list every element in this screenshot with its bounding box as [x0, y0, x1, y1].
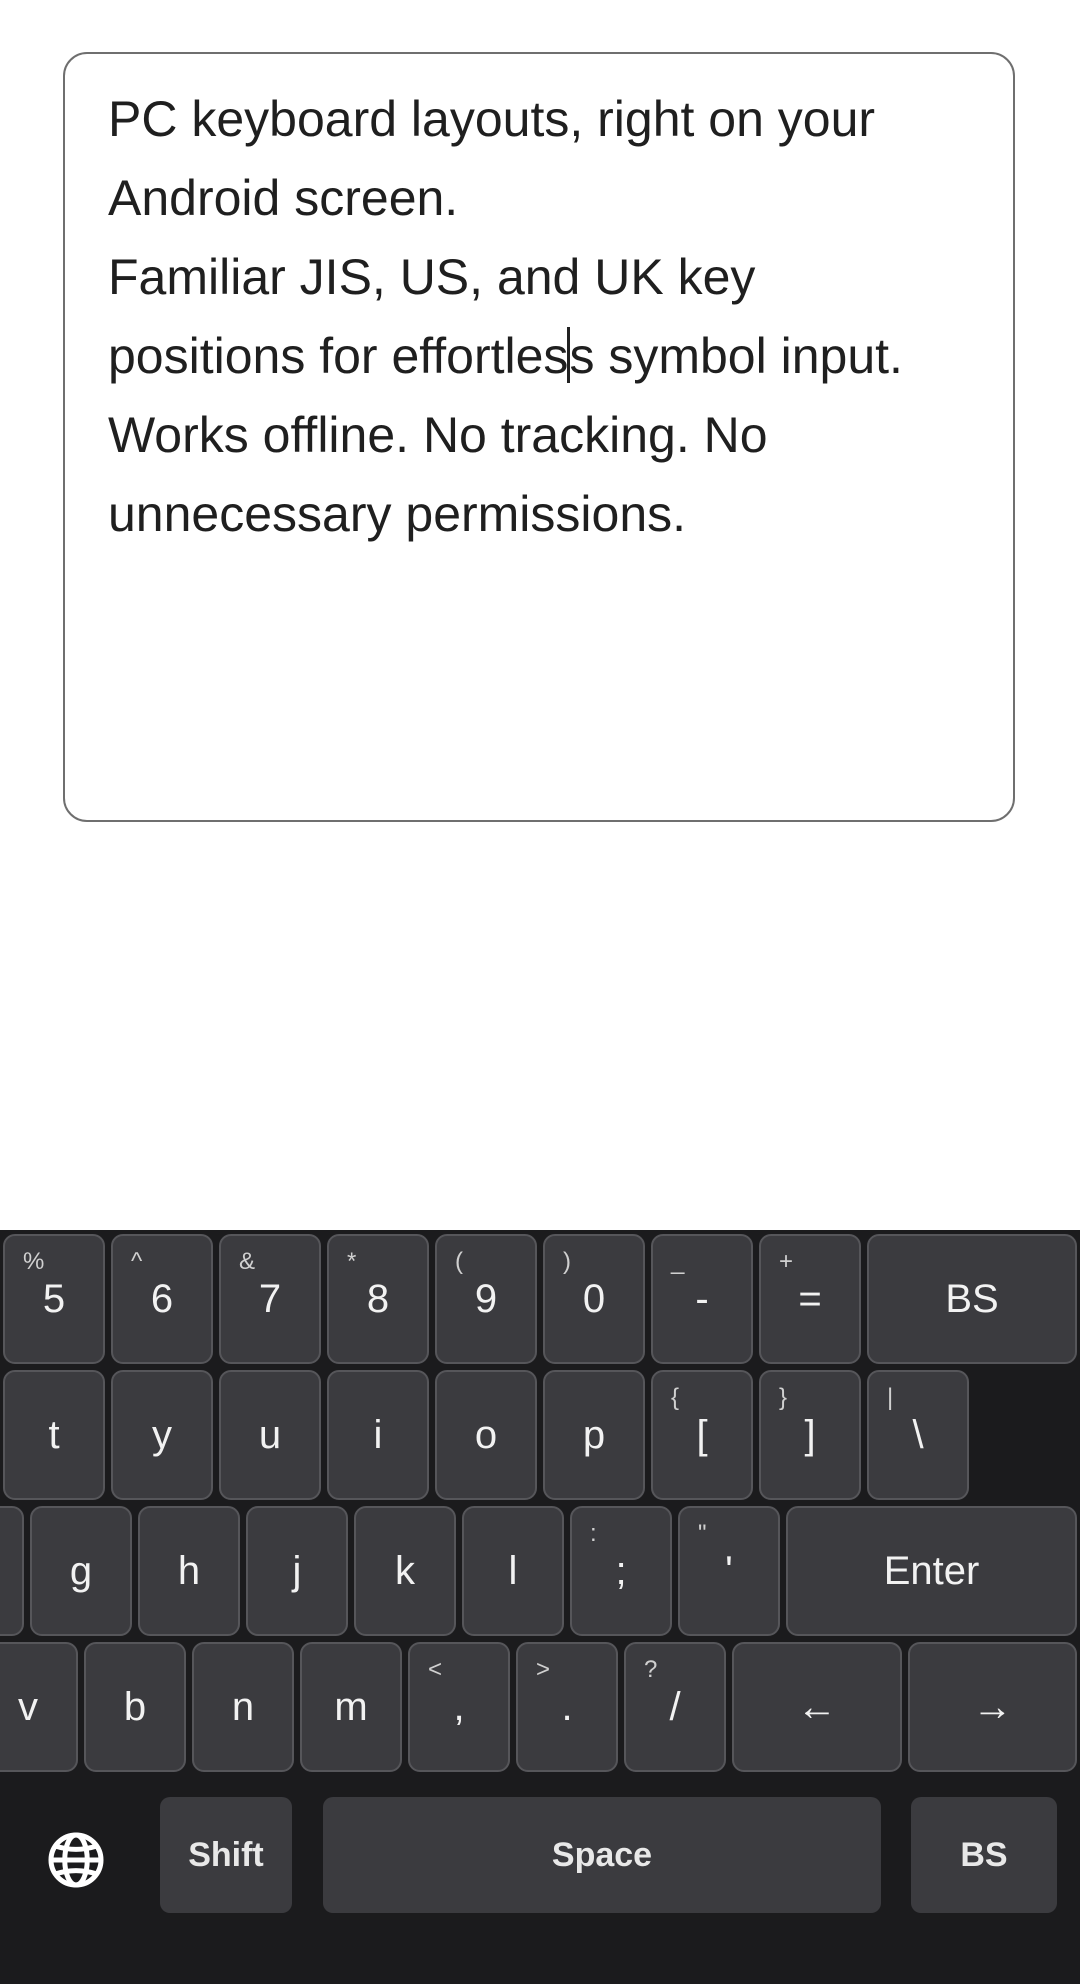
key-m[interactable]: m	[300, 1642, 402, 1772]
key-5[interactable]: % 5	[3, 1234, 105, 1364]
space-button[interactable]: Space	[323, 1797, 881, 1913]
key-enter[interactable]: Enter	[786, 1506, 1077, 1636]
key-v[interactable]: v	[0, 1642, 78, 1772]
backspace-button[interactable]: BS	[911, 1797, 1057, 1913]
key-p[interactable]: p	[543, 1370, 645, 1500]
key-b[interactable]: b	[84, 1642, 186, 1772]
key-label: u	[258, 1412, 282, 1457]
key-u[interactable]: u	[219, 1370, 321, 1500]
key-label: b	[123, 1684, 147, 1729]
space-label: Space	[551, 1835, 653, 1874]
key-label: ]	[804, 1412, 816, 1457]
key-0[interactable]: ) 0	[543, 1234, 645, 1364]
key-label: =	[798, 1276, 822, 1321]
key-minus[interactable]: _ -	[651, 1234, 753, 1364]
key-label: h	[177, 1548, 201, 1593]
key-k[interactable]: k	[354, 1506, 456, 1636]
key-label: y	[152, 1412, 172, 1457]
key-label: [	[696, 1412, 708, 1457]
key-y[interactable]: y	[111, 1370, 213, 1500]
key-9[interactable]: ( 9	[435, 1234, 537, 1364]
key-label: g	[69, 1548, 93, 1593]
key-label: \	[912, 1412, 924, 1457]
key-n[interactable]: n	[192, 1642, 294, 1772]
key-label: i	[373, 1412, 383, 1457]
key-label: ,	[453, 1684, 465, 1729]
key-label: BS	[945, 1276, 999, 1321]
key-label: '	[725, 1548, 733, 1593]
key-8[interactable]: * 8	[327, 1234, 429, 1364]
key-label: v	[18, 1684, 38, 1729]
key-arrow-right[interactable]: →	[908, 1642, 1077, 1772]
shift-label: Shift	[188, 1835, 264, 1874]
key-h[interactable]: h	[138, 1506, 240, 1636]
key-l[interactable]: l	[462, 1506, 564, 1636]
key-7[interactable]: & 7	[219, 1234, 321, 1364]
backspace-label: BS	[960, 1835, 1008, 1874]
key-label: ;	[615, 1548, 627, 1593]
key-t[interactable]: t	[3, 1370, 105, 1500]
key-label: -	[695, 1276, 709, 1321]
key-label: 0	[582, 1276, 606, 1321]
text-editor[interactable]: PC keyboard layouts, right on your Andro…	[63, 52, 1015, 822]
key-semicolon[interactable]: : ;	[570, 1506, 672, 1636]
key-right-bracket[interactable]: } ]	[759, 1370, 861, 1500]
key-label: 9	[474, 1276, 498, 1321]
key-label: 6	[150, 1276, 174, 1321]
key-backslash[interactable]: | \	[867, 1370, 969, 1500]
key-label: o	[474, 1412, 498, 1457]
key-g[interactable]: g	[30, 1506, 132, 1636]
key-backspace[interactable]: BS	[867, 1234, 1077, 1364]
key-6[interactable]: ^ 6	[111, 1234, 213, 1364]
key-label: 5	[42, 1276, 66, 1321]
key-label: l	[508, 1548, 518, 1593]
key-left-bracket[interactable]: { [	[651, 1370, 753, 1500]
key-label: f	[0, 1508, 22, 1634]
key-i[interactable]: i	[327, 1370, 429, 1500]
arrow-left-icon: ←	[797, 1684, 837, 1729]
key-label: m	[334, 1684, 368, 1729]
key-apostrophe[interactable]: " '	[678, 1506, 780, 1636]
key-f[interactable]: f	[0, 1506, 24, 1636]
key-label: n	[231, 1684, 255, 1729]
key-label: t	[48, 1412, 60, 1457]
key-period[interactable]: > .	[516, 1642, 618, 1772]
key-label: k	[395, 1548, 415, 1593]
key-label: 7	[258, 1276, 282, 1321]
key-label: 8	[366, 1276, 390, 1321]
key-label: /	[669, 1684, 681, 1729]
key-label: .	[561, 1684, 573, 1729]
globe-icon[interactable]	[46, 1830, 106, 1890]
arrow-right-icon: →	[972, 1684, 1013, 1729]
key-comma[interactable]: < ,	[408, 1642, 510, 1772]
key-slash[interactable]: ? /	[624, 1642, 726, 1772]
key-label: j	[292, 1548, 302, 1593]
key-j[interactable]: j	[246, 1506, 348, 1636]
key-equals[interactable]: + =	[759, 1234, 861, 1364]
key-label: p	[582, 1412, 606, 1457]
key-o[interactable]: o	[435, 1370, 537, 1500]
shift-button[interactable]: Shift	[160, 1797, 292, 1913]
key-label: Enter	[883, 1548, 980, 1593]
editor-text[interactable]: PC keyboard layouts, right on your Andro…	[108, 80, 983, 554]
key-arrow-left[interactable]: ←	[732, 1642, 902, 1772]
